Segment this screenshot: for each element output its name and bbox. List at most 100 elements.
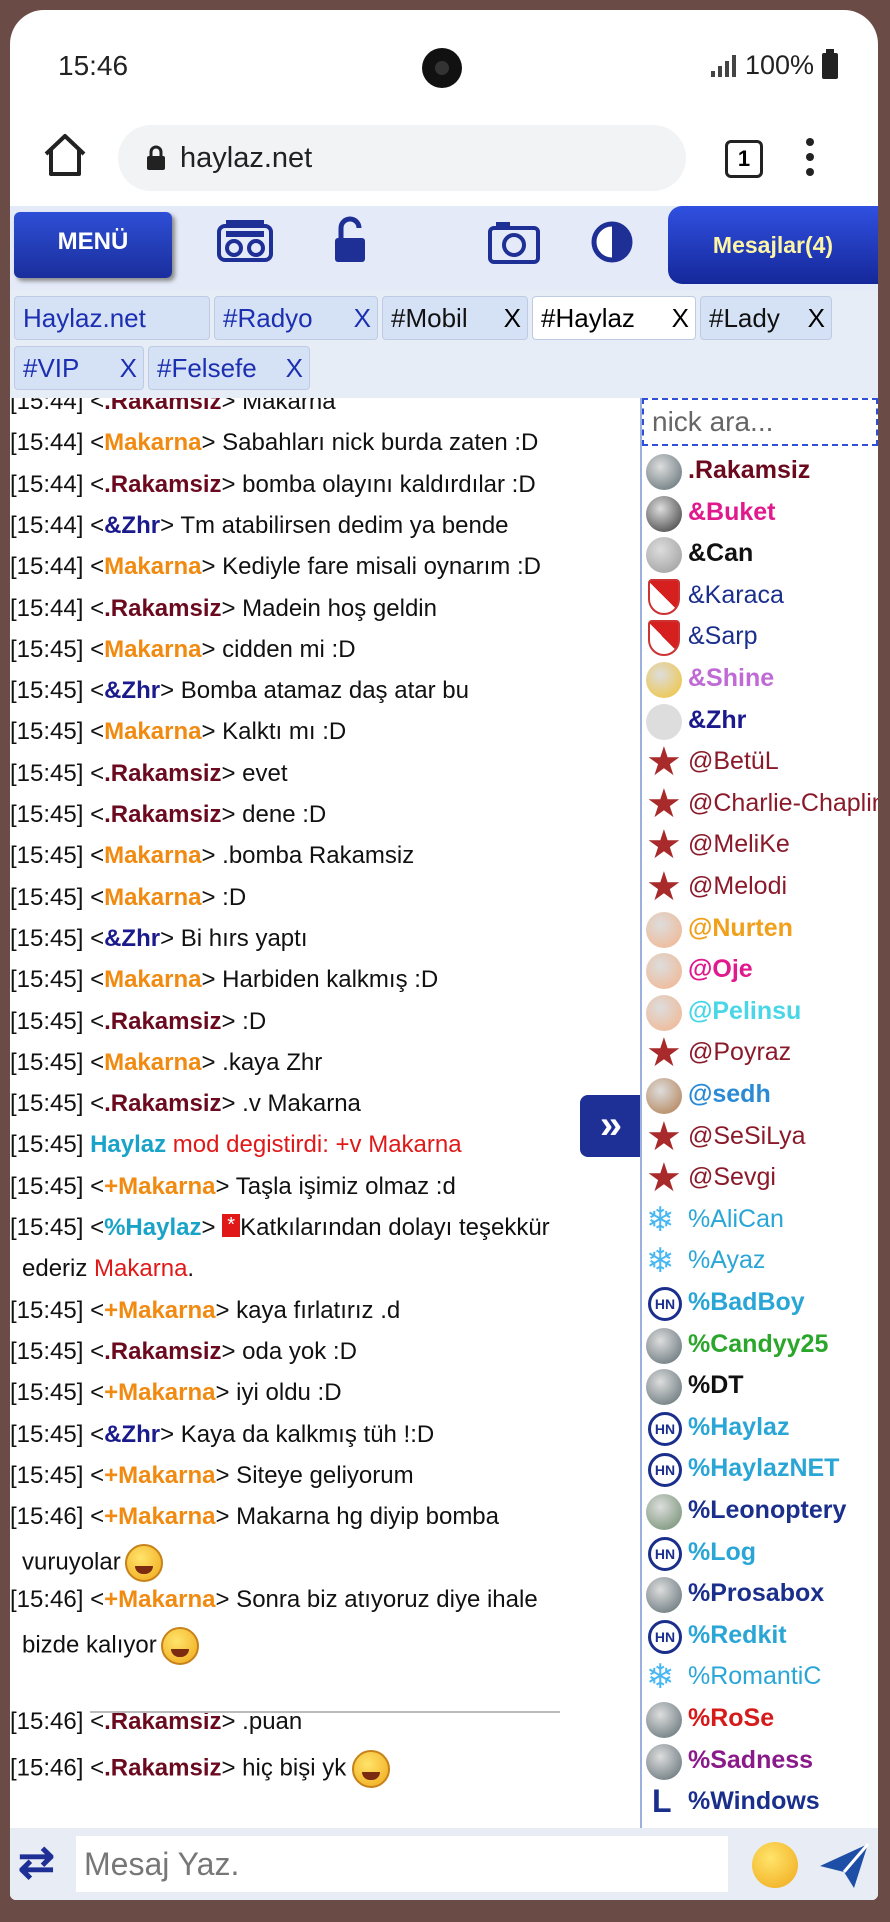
send-icon[interactable] xyxy=(816,1838,872,1894)
user-list-item[interactable]: %Prosabox xyxy=(646,1575,878,1615)
radio-icon[interactable] xyxy=(216,218,274,264)
user-list-item[interactable]: ★ @Sevgi xyxy=(646,1156,878,1201)
user-nick: @Melodi xyxy=(688,872,788,900)
message-nick[interactable]: .Rakamsiz xyxy=(104,595,221,622)
message-nick[interactable]: &Zhr xyxy=(104,925,160,952)
message-prefix: < xyxy=(83,1379,105,1407)
message-nick[interactable]: .Rakamsiz xyxy=(104,1754,221,1781)
message-nick[interactable]: &Zhr xyxy=(104,677,160,704)
camera-icon[interactable] xyxy=(488,220,540,264)
message-nick[interactable]: Makarna xyxy=(104,1049,201,1076)
user-list-item[interactable]: &Sarp xyxy=(646,618,878,658)
message-nick[interactable]: Makarna xyxy=(104,553,201,580)
close-tab-icon[interactable]: X xyxy=(354,297,371,339)
message-nick[interactable]: .Rakamsiz xyxy=(104,801,221,828)
user-list-item[interactable]: ★ @Melodi xyxy=(646,867,878,908)
close-tab-icon[interactable]: X xyxy=(504,297,521,339)
user-list-item[interactable]: %Sadness xyxy=(646,1742,878,1782)
user-list-item[interactable]: @Nurten xyxy=(646,910,878,950)
tab-radyo[interactable]: #Radyo X xyxy=(214,296,378,340)
tab-switcher-button[interactable]: 1 xyxy=(725,140,763,178)
message-nick[interactable]: +Makarna xyxy=(104,1379,215,1406)
message-nick[interactable]: .Rakamsiz xyxy=(104,398,221,415)
message-nick[interactable]: +Makarna xyxy=(104,1173,215,1200)
user-list-item[interactable]: HN %Haylaz xyxy=(646,1409,878,1449)
user-list-item[interactable]: %DT xyxy=(646,1367,878,1407)
user-list-item[interactable]: HN %Log xyxy=(646,1534,878,1574)
message-nick[interactable]: +Makarna xyxy=(104,1462,215,1489)
close-tab-icon[interactable]: X xyxy=(286,347,303,389)
tab-vip[interactable]: #VIP X xyxy=(14,346,144,390)
message-prefix: < xyxy=(83,1585,105,1613)
user-list-item[interactable]: ★ @BetüL xyxy=(646,742,878,783)
user-list-item[interactable]: HN %Redkit xyxy=(646,1617,878,1657)
message-nick[interactable]: Makarna xyxy=(104,842,201,869)
user-list-item[interactable]: &Shine xyxy=(646,660,878,700)
user-list-item[interactable]: @Pelinsu xyxy=(646,993,878,1033)
nick-search-input[interactable]: nick ara... xyxy=(642,398,878,446)
contrast-icon[interactable] xyxy=(590,220,634,264)
close-tab-icon[interactable]: X xyxy=(120,347,137,389)
user-list-item[interactable]: ★ @Poyraz xyxy=(646,1033,878,1074)
user-list-item[interactable]: ❄ %Ayaz xyxy=(646,1242,878,1282)
user-list-item[interactable]: L %Windows xyxy=(646,1783,878,1823)
message-nick[interactable]: Makarna xyxy=(104,884,201,911)
message-nick[interactable]: .Rakamsiz xyxy=(104,760,221,787)
message-nick[interactable]: +Makarna xyxy=(104,1503,215,1530)
phone-screen: 15:46 100% haylaz.net 1 MENÜ Mesajlar(4)… xyxy=(10,10,878,1900)
user-list-item[interactable]: &Buket xyxy=(646,494,878,534)
star-icon: ★ xyxy=(646,1156,682,1201)
message-nick[interactable]: &Zhr xyxy=(104,1421,160,1448)
message-nick[interactable]: .Rakamsiz xyxy=(104,1338,221,1365)
user-list-item[interactable]: &Karaca xyxy=(646,577,878,617)
message-nick[interactable]: +Makarna xyxy=(104,1586,215,1613)
unlock-icon[interactable] xyxy=(332,216,368,264)
chat-message: [15:45] <&Zhr> Bi hırs yaptı xyxy=(10,925,308,953)
switch-icon[interactable]: ⇄ xyxy=(18,1838,70,1890)
close-tab-icon[interactable]: X xyxy=(672,297,689,339)
user-list-item[interactable]: ★ @SeSiLya xyxy=(646,1117,878,1158)
user-list-item[interactable]: &Zhr xyxy=(646,702,878,742)
menu-button[interactable]: MENÜ xyxy=(14,212,172,278)
user-list-item[interactable]: HN %BadBoy xyxy=(646,1284,878,1324)
message-time: [15:45] xyxy=(10,1007,84,1035)
message-nick[interactable]: +Makarna xyxy=(104,1297,215,1324)
user-list-item[interactable]: ❄ %RomantiC xyxy=(646,1658,878,1698)
message-text: > hiç bişi yk xyxy=(221,1753,347,1781)
message-nick[interactable]: %Haylaz xyxy=(104,1214,201,1241)
user-list-item[interactable]: @sedh xyxy=(646,1076,878,1116)
tab-mobil[interactable]: #Mobil X xyxy=(382,296,528,340)
address-bar[interactable]: haylaz.net xyxy=(118,125,686,191)
user-list-item[interactable]: &Can xyxy=(646,535,878,575)
message-nick[interactable]: .Rakamsiz xyxy=(104,1008,221,1035)
message-nick[interactable]: .Rakamsiz xyxy=(104,1090,221,1117)
close-tab-icon[interactable]: X xyxy=(808,297,825,339)
message-nick[interactable]: Makarna xyxy=(104,718,201,745)
home-icon[interactable] xyxy=(40,130,90,180)
user-list-item[interactable]: ❄ %AliCan xyxy=(646,1201,878,1241)
user-list-item[interactable]: %Leonoptery xyxy=(646,1492,878,1532)
message-input[interactable]: Mesaj Yaz. xyxy=(76,1836,728,1892)
emoji-icon[interactable] xyxy=(752,1842,798,1888)
message-nick[interactable]: Makarna xyxy=(104,966,201,993)
message-nick[interactable]: .Rakamsiz xyxy=(104,471,221,498)
user-list-item[interactable]: HN %HaylazNET xyxy=(646,1450,878,1490)
tab-felsefe[interactable]: #Felsefe X xyxy=(148,346,310,390)
toggle-userlist-button[interactable]: » xyxy=(580,1095,642,1157)
message-nick[interactable]: Makarna xyxy=(104,636,201,663)
user-list-item[interactable]: %Candyy25 xyxy=(646,1326,878,1366)
user-list-item[interactable]: %RoSe xyxy=(646,1700,878,1740)
messages-button[interactable]: Mesajlar(4) xyxy=(668,206,878,284)
user-list-item[interactable]: .Rakamsiz xyxy=(646,452,878,492)
message-nick[interactable]: &Zhr xyxy=(104,512,160,539)
user-list-item[interactable]: ★ @Charlie-Chaplin xyxy=(646,784,878,825)
tab-haylaz[interactable]: #Haylaz X xyxy=(532,296,696,340)
message-nick[interactable]: Haylaz xyxy=(90,1131,166,1158)
message-nick[interactable]: Makarna xyxy=(104,429,201,456)
tab-haylaz-net[interactable]: Haylaz.net xyxy=(14,296,210,340)
user-list-item[interactable]: ★ @MeliKe xyxy=(646,825,878,866)
more-options-icon[interactable] xyxy=(806,138,816,178)
user-list-item[interactable]: @Oje xyxy=(646,951,878,991)
message-time: [15:44] xyxy=(10,429,84,457)
tab-lady[interactable]: #Lady X xyxy=(700,296,832,340)
